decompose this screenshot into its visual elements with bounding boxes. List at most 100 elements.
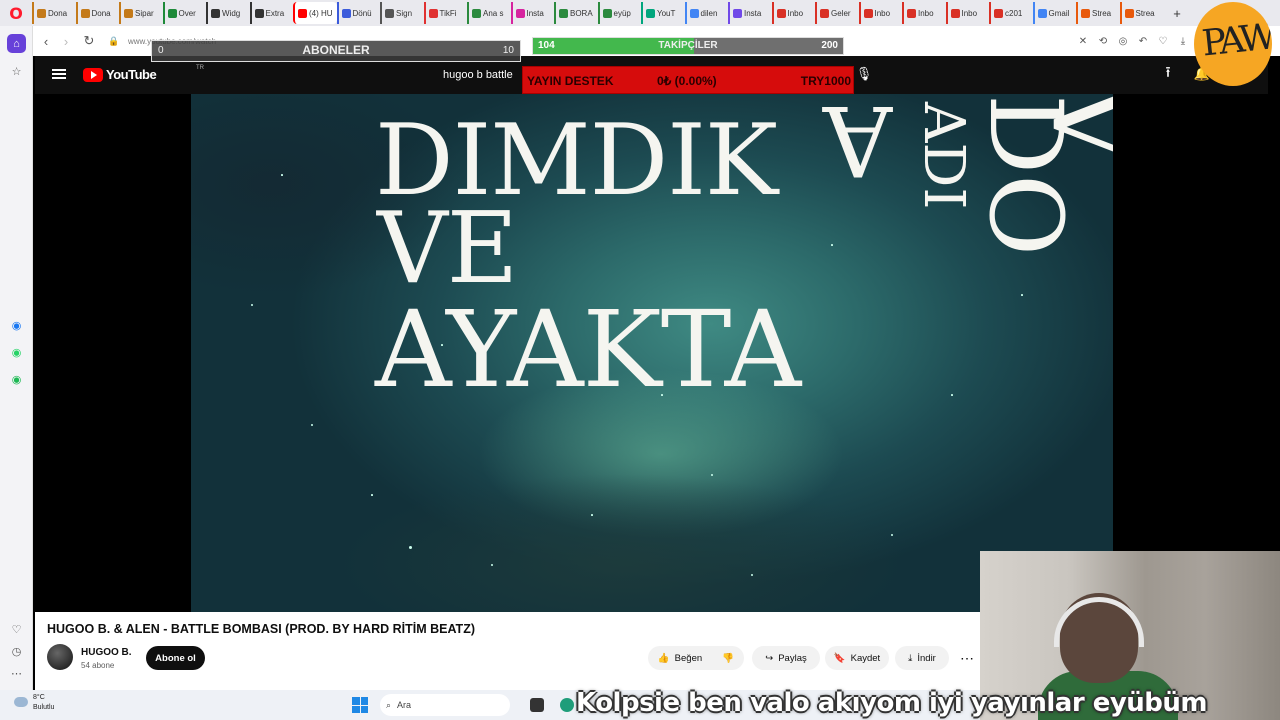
lock-icon: 🔒 [108,35,120,46]
browser-tab[interactable]: Inbo [945,2,990,24]
messenger-icon[interactable]: ◉ [7,316,26,335]
page-favicon-icon [385,8,394,18]
like-label: Beğen [674,652,703,664]
video-title: HUGOO B. & ALEN - BATTLE BOMBASI (PROD. … [47,622,475,636]
video-star [311,424,313,426]
browser-tab[interactable]: Extra [249,2,294,24]
browser-tab[interactable]: Sign [380,2,424,24]
heart-icon[interactable]: ♡ [7,620,26,639]
browser-tab-label: Over [178,8,196,18]
browser-sidebar: ⌂ ☆ ◉ ◉ ◉ ♡ ◷ ⋯ [0,26,33,692]
more-icon[interactable]: ⋯ [7,664,26,683]
browser-tab-label: Sign [396,8,413,18]
like-icon: 👍 [657,652,670,664]
download-button[interactable]: ⤓ İndir [895,646,949,670]
gmail-favicon-icon [776,8,786,18]
browser-tab[interactable]: Inbo [771,2,816,24]
browser-tab-label: Inbo [874,8,891,18]
subscribers-goal-label: ABONELER [302,43,370,57]
browser-tab-strip: O Dona Dona Sipar Over Widg Extra (4) HU Dönü Si… [0,0,1280,26]
browser-tab[interactable]: Gmail [1032,2,1077,24]
video-star [491,564,493,566]
more-actions-button[interactable]: ⋯ [955,646,979,670]
share-button[interactable]: ↪ Paylaş [752,646,820,670]
new-tab-button[interactable]: + [1167,2,1187,24]
browser-tab[interactable]: Inbo [858,2,903,24]
windows-start-icon[interactable] [352,697,368,713]
upload-icon[interactable]: ⭱ [1159,64,1177,84]
browser-tab[interactable]: Over [162,2,207,24]
video-star [951,394,953,396]
microphone-icon[interactable]: 🎙 [856,64,873,84]
video-player[interactable]: DIMDIK VE AYAKTA A ADI DO V [35,94,1268,612]
browser-tab-label: BORA [570,8,593,18]
channel-name[interactable]: HUGOO B. [81,647,132,658]
taskbar-search[interactable]: ⌕ Ara [380,694,510,716]
save-label: Kaydet [850,652,881,664]
browser-tab[interactable]: Insta [510,2,555,24]
download-icon[interactable]: ⤓ [1176,34,1190,48]
translate-icon[interactable]: ⟲ [1096,34,1110,48]
browser-tab[interactable]: c201 [989,2,1033,24]
pinboard-icon[interactable]: ☆ [7,62,26,81]
browser-tab[interactable]: YouT [641,2,685,24]
browser-tab[interactable]: Strea [1119,2,1164,24]
extension-icon[interactable]: ✕ [1076,34,1090,48]
taskview-icon[interactable] [530,698,544,712]
paw-logo-text: PAW [1200,16,1272,65]
spotify-icon[interactable]: ◉ [7,370,26,389]
browser-tab-label: Dönü [352,8,372,18]
share-icon: ↪ [765,652,774,664]
undo-icon[interactable]: ↶ [1136,34,1150,48]
video-star [751,574,753,576]
browser-tab-label: Insta [526,8,544,18]
drive-favicon-icon [559,8,568,18]
channel-avatar[interactable] [47,644,73,670]
browser-tab-label: Gmail [1048,8,1070,18]
donation-favicon-icon [80,8,90,18]
browser-tab[interactable]: eyüp [597,2,642,24]
download-icon: ⤓ [908,652,913,664]
browser-tab[interactable]: Ana s [467,2,511,24]
video-star [409,546,412,549]
paw-channel-logo: PAW [1194,2,1272,86]
browser-tab[interactable]: Inbo [902,2,946,24]
opera-logo-icon[interactable]: O [0,0,32,26]
history-icon[interactable]: ◷ [7,642,26,661]
youtube-favicon-icon [298,8,307,18]
browser-tab-label: Sipar [135,8,154,18]
subscribe-button[interactable]: Abone ol [146,646,205,670]
browser-tab[interactable]: Sipar [119,2,163,24]
dislike-button[interactable]: 👎 [712,646,744,670]
browser-tab[interactable]: TikFi [423,2,468,24]
browser-tab[interactable]: Widg [206,2,250,24]
like-button[interactable]: 👍 Beğen [648,646,712,670]
back-icon[interactable]: ‹ [35,30,57,52]
browser-tab-label: Ana s [483,8,504,18]
screenshot-icon[interactable]: ◎ [1116,34,1130,48]
edge-icon[interactable] [560,698,574,712]
bookmark-heart-icon[interactable]: ♡ [1156,34,1170,48]
browser-tab[interactable]: dilen [684,2,729,24]
donation-goal-bar: YAYIN DESTEK 0₺ (0.00%) TRY1000 [522,66,854,94]
app-favicon-icon [733,8,742,18]
video-star [251,304,253,306]
browser-tab[interactable]: BORA [554,2,598,24]
browser-tab[interactable]: Dönü [336,2,381,24]
youtube-logo[interactable]: YouTube TR [83,65,204,82]
channel-subscriber-count: 54 abone [81,661,115,670]
forward-icon[interactable]: › [55,30,77,52]
browser-tab[interactable]: Strea [1076,2,1120,24]
reload-icon[interactable]: ↻ [78,30,100,52]
hamburger-menu-icon[interactable] [52,67,66,81]
browser-tab[interactable]: Geler [815,2,859,24]
browser-tab[interactable]: Dona [75,2,120,24]
google-favicon-icon [1037,8,1047,18]
browser-tab[interactable]: Insta [728,2,772,24]
workspace-icon[interactable]: ⌂ [7,34,26,53]
save-button[interactable]: 🔖 Kaydet [825,646,889,670]
browser-tab[interactable]: (4) HU [293,2,337,24]
browser-tab[interactable]: Dona [32,2,76,24]
weather-cloud-icon[interactable] [14,697,28,707]
whatsapp-icon[interactable]: ◉ [7,343,26,362]
